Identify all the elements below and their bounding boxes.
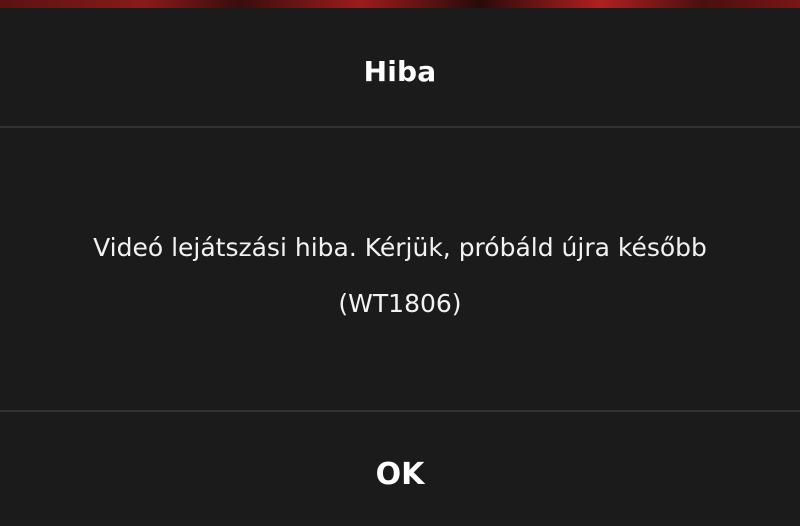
dialog-body: Videó lejátszási hiba. Kérjük, próbáld ú… <box>0 128 800 412</box>
video-backdrop <box>0 0 800 8</box>
error-message: Videó lejátszási hiba. Kérjük, próbáld ú… <box>93 220 707 332</box>
dialog-header: Hiba <box>0 8 800 128</box>
dialog-title: Hiba <box>363 54 437 88</box>
dialog-footer: OK <box>0 412 800 526</box>
error-message-text: Videó lejátszási hiba. Kérjük, próbáld ú… <box>93 233 707 262</box>
error-code: (WT1806) <box>338 289 462 318</box>
error-dialog: Hiba Videó lejátszási hiba. Kérjük, prób… <box>0 8 800 526</box>
ok-button[interactable]: OK <box>346 447 455 502</box>
